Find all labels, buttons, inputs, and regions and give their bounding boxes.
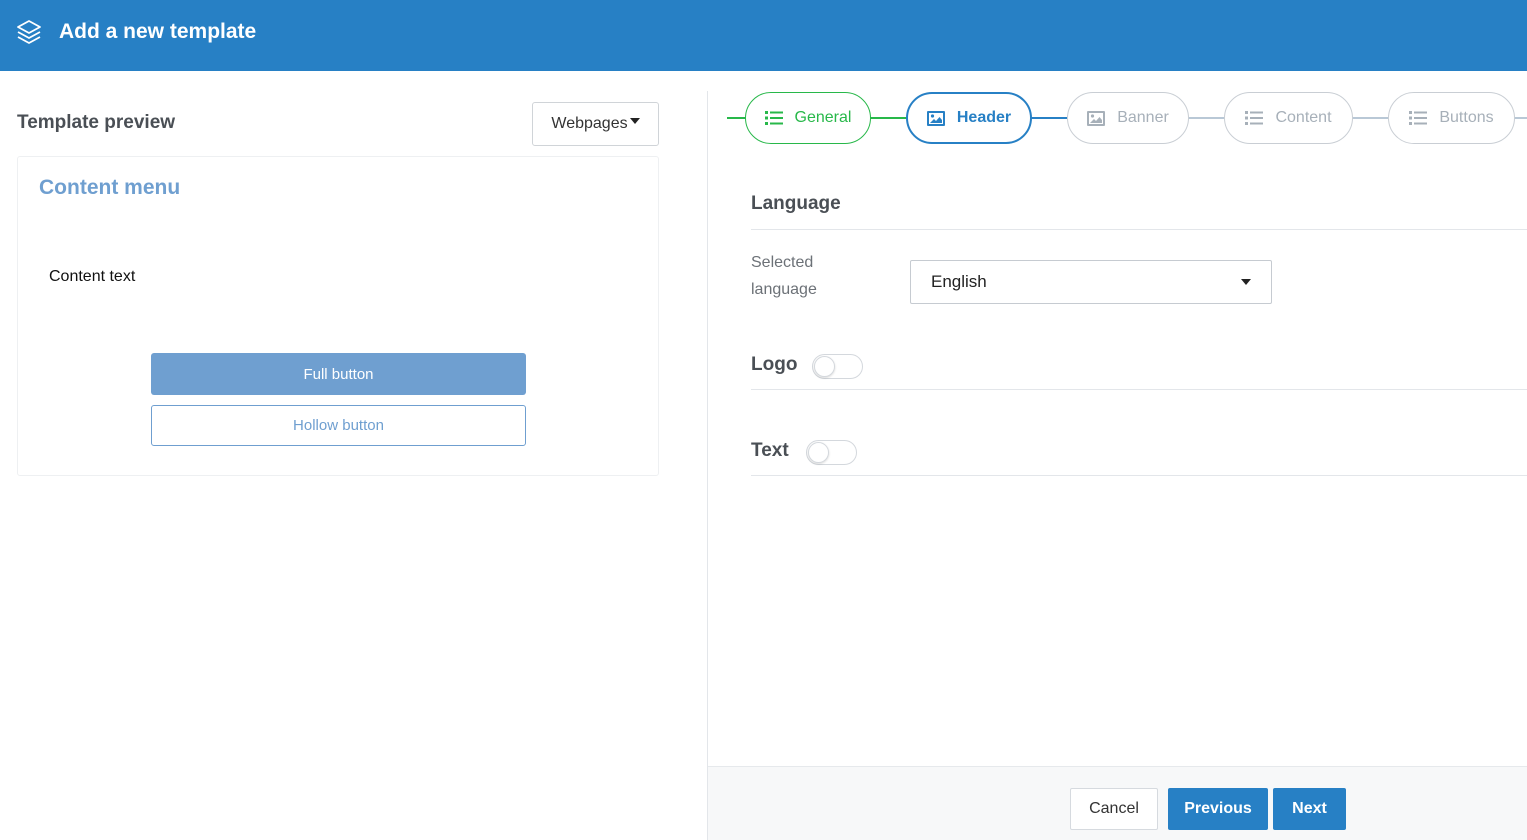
caret-down-icon bbox=[629, 118, 640, 124]
divider bbox=[751, 389, 1527, 390]
logo-toggle[interactable] bbox=[812, 354, 863, 379]
layers-icon bbox=[17, 20, 41, 44]
language-select[interactable]: English bbox=[910, 260, 1272, 304]
cancel-button[interactable]: Cancel bbox=[1070, 788, 1158, 830]
step-header-label: Header bbox=[956, 109, 1012, 126]
wizard-footer: Cancel Previous Next bbox=[708, 766, 1527, 840]
previous-button[interactable]: Previous bbox=[1168, 788, 1268, 830]
text-section-title: Text bbox=[751, 440, 789, 461]
template-preview-panel: Template preview Webpages Content menu C… bbox=[0, 71, 707, 840]
webpages-dropdown[interactable]: Webpages bbox=[532, 102, 659, 146]
logo-section-title: Logo bbox=[751, 354, 798, 375]
template-preview-title: Template preview bbox=[17, 112, 176, 133]
image-icon bbox=[926, 110, 945, 126]
wizard-panel: General Header Banner Content Buttons La… bbox=[708, 71, 1527, 840]
toggle-knob bbox=[814, 356, 835, 377]
selected-language-label: Selected language bbox=[751, 254, 817, 298]
stepper-connector bbox=[870, 117, 908, 119]
stepper-connector bbox=[1352, 117, 1388, 119]
stepper-connector bbox=[1030, 117, 1067, 119]
step-buttons[interactable]: Buttons bbox=[1388, 92, 1515, 144]
step-banner-label: Banner bbox=[1117, 109, 1169, 126]
webpages-dropdown-label: Webpages bbox=[551, 115, 628, 132]
text-toggle[interactable] bbox=[806, 440, 857, 465]
preview-card: Content menu Content text Full button Ho… bbox=[17, 156, 659, 476]
full-button-preview[interactable]: Full button bbox=[151, 353, 526, 395]
next-button[interactable]: Next bbox=[1273, 788, 1346, 830]
page-title: Add a new template bbox=[59, 20, 257, 43]
stepper-connector bbox=[1188, 117, 1224, 119]
divider bbox=[751, 229, 1527, 230]
image-icon bbox=[1087, 110, 1106, 126]
top-header-bar: Add a new template bbox=[0, 0, 1527, 71]
step-header[interactable]: Header bbox=[906, 92, 1032, 144]
content-menu-heading: Content menu bbox=[39, 176, 181, 199]
stepper-connector bbox=[727, 117, 747, 119]
caret-down-icon bbox=[1241, 279, 1251, 285]
step-banner[interactable]: Banner bbox=[1067, 92, 1189, 144]
language-section-title: Language bbox=[751, 193, 841, 214]
step-content-label: Content bbox=[1275, 109, 1332, 126]
list-icon bbox=[764, 111, 783, 125]
stepper-connector bbox=[1514, 117, 1527, 119]
step-buttons-label: Buttons bbox=[1439, 109, 1494, 126]
list-icon bbox=[1245, 111, 1264, 125]
language-select-value: English bbox=[931, 272, 987, 291]
step-general[interactable]: General bbox=[745, 92, 871, 144]
content-text: Content text bbox=[49, 268, 136, 285]
list-icon bbox=[1409, 111, 1428, 125]
hollow-button-preview[interactable]: Hollow button bbox=[151, 405, 526, 446]
step-content[interactable]: Content bbox=[1224, 92, 1353, 144]
divider bbox=[751, 475, 1527, 476]
step-general-label: General bbox=[794, 109, 852, 126]
toggle-knob bbox=[808, 442, 829, 463]
